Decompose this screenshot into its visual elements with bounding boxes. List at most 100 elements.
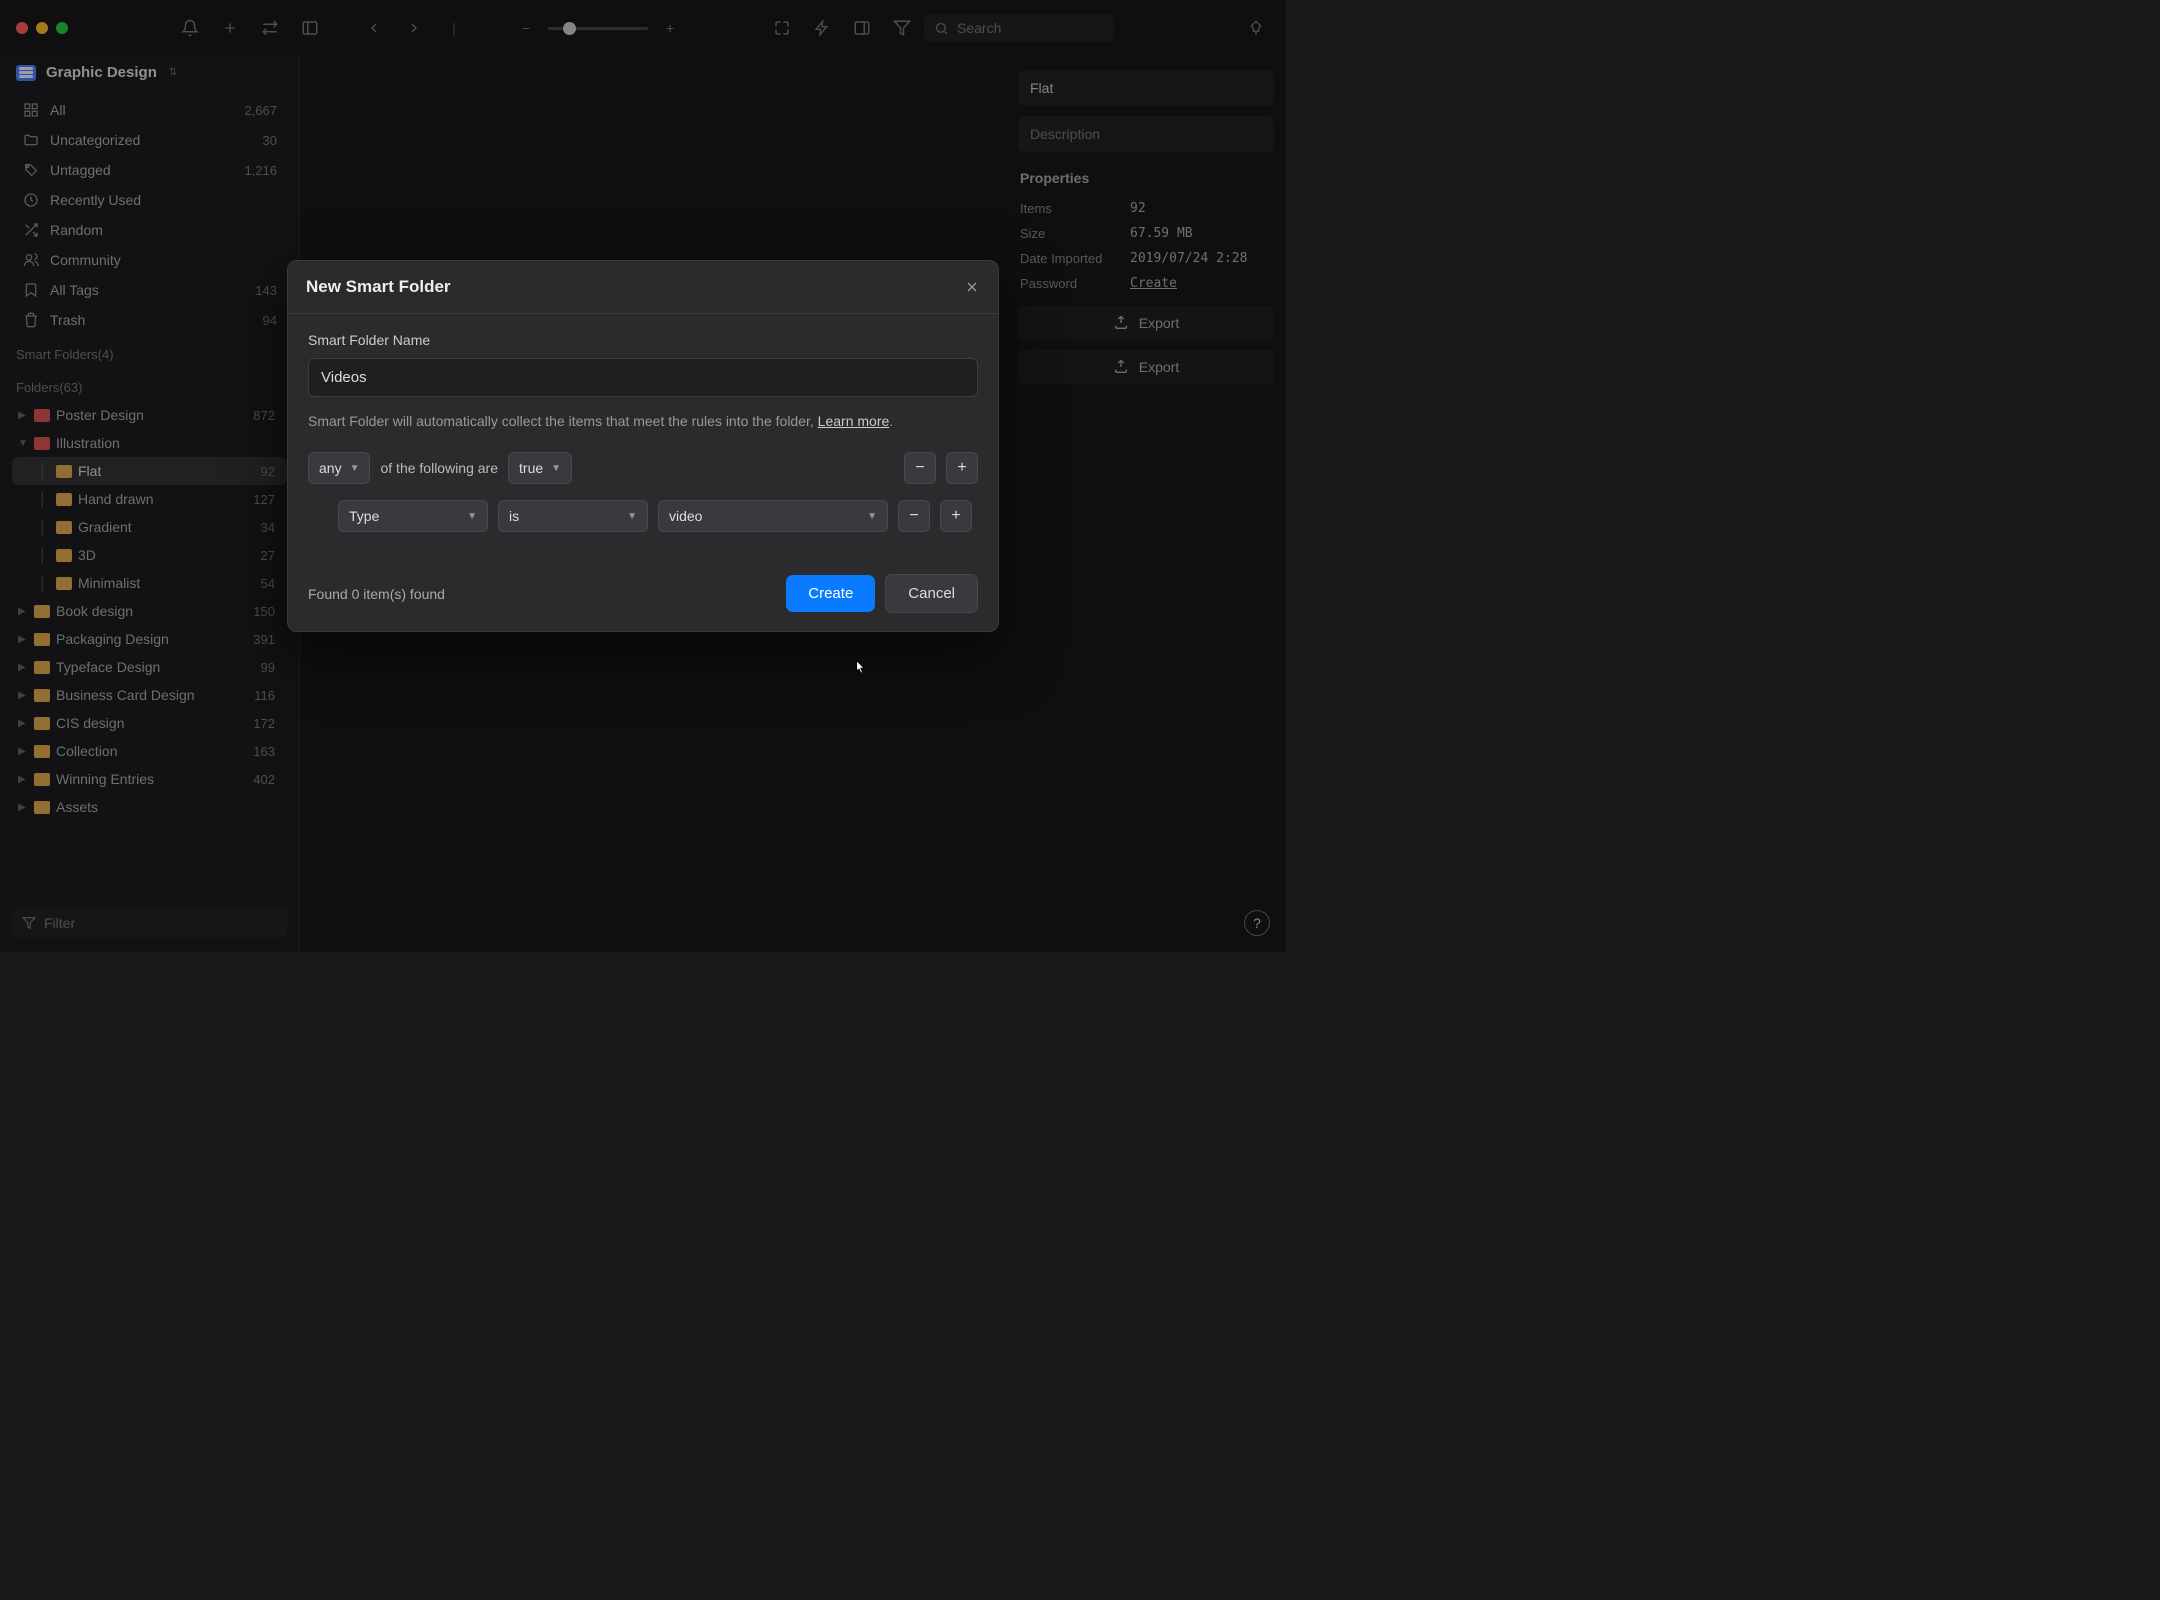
add-rule-button[interactable]: + bbox=[940, 500, 972, 532]
disclosure-triangle-icon[interactable]: ▶ bbox=[18, 662, 28, 673]
sidebar-item-trash[interactable]: Trash94 bbox=[12, 305, 287, 335]
remove-rule-button[interactable]: − bbox=[898, 500, 930, 532]
shuffle-icon bbox=[22, 222, 40, 238]
folder-packaging-design[interactable]: ▶Packaging Design391 bbox=[12, 625, 287, 653]
sidebar-item-uncategorized[interactable]: Uncategorized30 bbox=[12, 125, 287, 155]
folder-label: Poster Design bbox=[56, 407, 247, 423]
nav-forward-icon[interactable] bbox=[400, 14, 428, 42]
disclosure-triangle-icon[interactable]: ▶ bbox=[18, 774, 28, 785]
modal-title: New Smart Folder bbox=[306, 277, 451, 297]
disclosure-triangle-icon[interactable]: ▶ bbox=[18, 746, 28, 757]
folder-count: 99 bbox=[261, 660, 275, 675]
sidebar-item-label: Untagged bbox=[50, 162, 111, 178]
minimize-window-button[interactable] bbox=[36, 22, 48, 34]
create-button[interactable]: Create bbox=[786, 575, 875, 612]
match-bool-value: true bbox=[519, 460, 543, 476]
inspector-title-input[interactable]: Flat bbox=[1018, 70, 1274, 106]
remove-group-button[interactable]: − bbox=[904, 452, 936, 484]
folder-poster-design[interactable]: ▶Poster Design872 bbox=[12, 401, 287, 429]
chevron-down-icon: ▼ bbox=[627, 511, 637, 522]
add-icon[interactable] bbox=[216, 14, 244, 42]
folder-minimalist[interactable]: │Minimalist54 bbox=[12, 569, 287, 597]
disclosure-triangle-icon[interactable]: ▶ bbox=[18, 690, 28, 701]
rule-field-value: Type bbox=[349, 508, 379, 524]
inspector-title-value: Flat bbox=[1030, 80, 1053, 96]
export-button-2[interactable]: Export bbox=[1018, 350, 1274, 384]
folder-color-icon bbox=[34, 409, 50, 422]
folder-book-design[interactable]: ▶Book design150 bbox=[12, 597, 287, 625]
help-button[interactable]: ? bbox=[1244, 910, 1270, 936]
property-value[interactable]: Create bbox=[1130, 276, 1177, 291]
thumbnail-size-slider[interactable]: − + bbox=[512, 14, 684, 42]
grid-icon bbox=[22, 102, 40, 118]
sidebar-item-untagged[interactable]: Untagged 1,216 bbox=[12, 155, 287, 185]
zoom-out-icon[interactable]: − bbox=[512, 14, 540, 42]
export-button[interactable]: Export bbox=[1018, 306, 1274, 340]
folder-cis-design[interactable]: ▶CIS design172 bbox=[12, 709, 287, 737]
smart-folders-section-label[interactable]: Smart Folders(4) bbox=[12, 335, 287, 368]
folder-flat[interactable]: │Flat92 bbox=[12, 457, 287, 485]
close-window-button[interactable] bbox=[16, 22, 28, 34]
folder-color-icon bbox=[56, 577, 72, 590]
folder-count: 391 bbox=[253, 632, 275, 647]
zoom-in-icon[interactable]: + bbox=[656, 14, 684, 42]
folder-business-card-design[interactable]: ▶Business Card Design116 bbox=[12, 681, 287, 709]
folder-gradient[interactable]: │Gradient34 bbox=[12, 513, 287, 541]
disclosure-triangle-icon[interactable]: ▶ bbox=[18, 606, 28, 617]
chevron-down-icon: ▼ bbox=[867, 511, 877, 522]
layout-icon[interactable] bbox=[848, 14, 876, 42]
folder-count: 150 bbox=[253, 604, 275, 619]
new-smart-folder-modal: New Smart Folder Smart Folder Name Smart… bbox=[287, 260, 999, 632]
flash-icon[interactable] bbox=[808, 14, 836, 42]
notifications-icon[interactable] bbox=[176, 14, 204, 42]
sidebar-item-community[interactable]: Community bbox=[12, 245, 287, 275]
modal-close-button[interactable] bbox=[964, 279, 980, 295]
sidebar-filter-input[interactable]: Filter bbox=[12, 908, 287, 938]
folder-collection[interactable]: ▶Collection163 bbox=[12, 737, 287, 765]
disclosure-triangle-icon[interactable]: ▶ bbox=[18, 802, 28, 813]
search-input[interactable]: Search bbox=[924, 14, 1114, 42]
folder-label: Flat bbox=[78, 463, 255, 479]
folders-section-label[interactable]: Folders(63) bbox=[12, 368, 287, 401]
folder-hand-drawn[interactable]: │Hand drawn127 bbox=[12, 485, 287, 513]
chevron-updown-icon: ⇅ bbox=[169, 67, 177, 78]
sidebar-item-label: Uncategorized bbox=[50, 132, 140, 148]
rule-value-select[interactable]: video ▼ bbox=[658, 500, 888, 532]
library-switcher[interactable]: Graphic Design ⇅ bbox=[0, 56, 299, 95]
property-row-size: Size67.59 MB bbox=[1018, 221, 1274, 246]
folder-winning-entries[interactable]: ▶Winning Entries402 bbox=[12, 765, 287, 793]
learn-more-link[interactable]: Learn more bbox=[818, 413, 890, 429]
sidebar-item-count: 1,216 bbox=[244, 163, 277, 178]
folder-typeface-design[interactable]: ▶Typeface Design99 bbox=[12, 653, 287, 681]
disclosure-triangle-icon[interactable]: ▶ bbox=[18, 410, 28, 421]
pin-icon[interactable] bbox=[1242, 14, 1270, 42]
disclosure-triangle-icon[interactable]: ▼ bbox=[18, 438, 28, 449]
transfer-icon[interactable] bbox=[256, 14, 284, 42]
match-mode-select[interactable]: any ▼ bbox=[308, 452, 370, 484]
sidebar-item-recently-used[interactable]: Recently Used bbox=[12, 185, 287, 215]
folder-color-icon bbox=[34, 717, 50, 730]
folder-assets[interactable]: ▶Assets bbox=[12, 793, 287, 821]
filter-icon[interactable] bbox=[888, 14, 916, 42]
smart-folder-name-input[interactable] bbox=[308, 358, 978, 397]
library-name: Graphic Design bbox=[46, 64, 157, 81]
disclosure-triangle-icon[interactable]: ▶ bbox=[18, 634, 28, 645]
add-group-button[interactable]: + bbox=[946, 452, 978, 484]
sidebar-item-all-tags[interactable]: All Tags143 bbox=[12, 275, 287, 305]
sidebar-toggle-icon[interactable] bbox=[296, 14, 324, 42]
extension-icon[interactable] bbox=[768, 14, 796, 42]
modal-help-text: Smart Folder will automatically collect … bbox=[308, 411, 978, 432]
cancel-button[interactable]: Cancel bbox=[885, 574, 978, 613]
match-bool-select[interactable]: true ▼ bbox=[508, 452, 572, 484]
inspector-description-input[interactable]: Description bbox=[1018, 116, 1274, 152]
export-label: Export bbox=[1139, 359, 1179, 375]
maximize-window-button[interactable] bbox=[56, 22, 68, 34]
rule-operator-select[interactable]: is ▼ bbox=[498, 500, 648, 532]
folder-3d[interactable]: │3D27 bbox=[12, 541, 287, 569]
disclosure-triangle-icon[interactable]: ▶ bbox=[18, 718, 28, 729]
sidebar-item-random[interactable]: Random bbox=[12, 215, 287, 245]
sidebar-item-all[interactable]: All2,667 bbox=[12, 95, 287, 125]
rule-field-select[interactable]: Type ▼ bbox=[338, 500, 488, 532]
folder-illustration[interactable]: ▼Illustration bbox=[12, 429, 287, 457]
nav-back-icon[interactable] bbox=[360, 14, 388, 42]
